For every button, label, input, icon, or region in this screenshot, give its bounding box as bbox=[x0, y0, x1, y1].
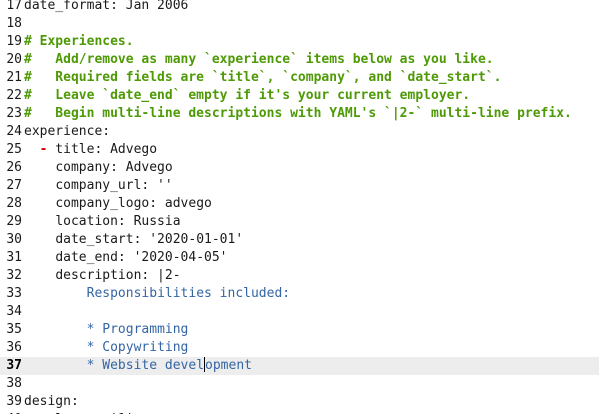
line-number: 39 bbox=[6, 394, 22, 409]
line-text: * Copywriting bbox=[24, 339, 189, 357]
code-line[interactable]: 20 # Add/remove as many `experience` item… bbox=[0, 51, 599, 69]
code-line[interactable]: 27 company_url: '' bbox=[0, 177, 599, 195]
comment-text: # Leave `date_end` empty if it's your cu… bbox=[24, 88, 471, 103]
line-number: 36 bbox=[6, 340, 22, 355]
code-line[interactable]: 34 bbox=[0, 303, 599, 321]
line-text: * Website development bbox=[24, 357, 252, 375]
line-number: 31 bbox=[6, 250, 22, 265]
code-line[interactable]: 36 * Copywriting bbox=[0, 339, 599, 357]
code-line[interactable]: 21 # Required fields are `title`, `compan… bbox=[0, 69, 599, 87]
line-number: 25 bbox=[6, 142, 22, 157]
value-text: Responsibilities included: bbox=[86, 286, 291, 301]
value-text: company_url: '' bbox=[55, 178, 173, 193]
line-text: design: bbox=[24, 393, 79, 411]
value-text: date_start: '2020-01-01' bbox=[55, 232, 244, 247]
line-number: 17 bbox=[6, 0, 22, 13]
value-text: company: Advego bbox=[55, 160, 173, 175]
code-line[interactable]: 30 date_start: '2020-01-01' bbox=[0, 231, 599, 249]
code-line[interactable]: 35 * Programming bbox=[0, 321, 599, 339]
line-number: 27 bbox=[6, 178, 22, 193]
code-line[interactable]: 17 date_format: Jan 2006 bbox=[0, 0, 599, 15]
line-number: 20 bbox=[6, 52, 22, 67]
code-line[interactable]: 33 Responsibilities included: bbox=[0, 285, 599, 303]
line-text: company_url: '' bbox=[24, 177, 173, 195]
comment-text: # Required fields are `title`, `company`… bbox=[24, 70, 502, 85]
value-text: * Website development bbox=[86, 357, 252, 373]
code-line[interactable]: 25 - title: Advego bbox=[0, 141, 599, 159]
line-number: 22 bbox=[6, 88, 22, 103]
line-text: Responsibilities included: bbox=[24, 285, 291, 303]
line-text: location: Russia bbox=[24, 213, 181, 231]
line-number: 32 bbox=[6, 268, 22, 283]
code-line[interactable]: 39 design: bbox=[0, 393, 599, 411]
value-text: date_format: Jan 2006 bbox=[24, 0, 189, 13]
code-line[interactable]: 23 # Begin multi-line descriptions with Y… bbox=[0, 105, 599, 123]
line-number: 29 bbox=[6, 214, 22, 229]
line-number: 37 bbox=[6, 358, 22, 373]
line-text: # Experiences. bbox=[24, 33, 134, 51]
code-line[interactable]: 24 experience: bbox=[0, 123, 599, 141]
line-text: date_start: '2020-01-01' bbox=[24, 231, 243, 249]
text-caret bbox=[204, 357, 206, 372]
comment-text: # Experiences. bbox=[24, 34, 134, 49]
value-text: experience: bbox=[24, 124, 111, 139]
line-text: # Begin multi-line descriptions with YAM… bbox=[24, 105, 572, 123]
code-line[interactable]: 18 bbox=[0, 15, 599, 33]
line-number: 33 bbox=[6, 286, 22, 301]
line-text: company: Advego bbox=[24, 159, 173, 177]
line-text: description: |2- bbox=[24, 267, 181, 285]
value-text: design: bbox=[24, 394, 79, 409]
line-number: 28 bbox=[6, 196, 22, 211]
code-line[interactable]: 37 * Website development bbox=[0, 357, 599, 375]
code-line[interactable]: 31 date_end: '2020-04-05' bbox=[0, 249, 599, 267]
value-text: date_end: '2020-04-05' bbox=[55, 250, 228, 265]
value-text: title: Advego bbox=[47, 142, 158, 157]
line-number: 21 bbox=[6, 70, 22, 85]
value-text: * Programming bbox=[86, 322, 189, 337]
comment-text: # Add/remove as many `experience` items … bbox=[24, 52, 494, 67]
line-number: 18 bbox=[6, 16, 22, 31]
comment-text: # Begin multi-line descriptions with YAM… bbox=[24, 106, 572, 121]
code-line[interactable]: 32 description: |2- bbox=[0, 267, 599, 285]
line-text: # Leave `date_end` empty if it's your cu… bbox=[24, 87, 470, 105]
line-number: 19 bbox=[6, 34, 22, 49]
value-text: * Copywriting bbox=[86, 340, 189, 355]
line-text: # Add/remove as many `experience` items … bbox=[24, 51, 494, 69]
line-number: 34 bbox=[6, 304, 22, 319]
line-text: date_format: Jan 2006 bbox=[24, 0, 188, 15]
value-text: company_logo: advego bbox=[55, 196, 212, 211]
code-line[interactable]: 28 company_logo: advego bbox=[0, 195, 599, 213]
line-number: 23 bbox=[6, 106, 22, 121]
line-number: 35 bbox=[6, 322, 22, 337]
code-editor[interactable]: 17 date_format: Jan 2006 18 19 # Experiences… bbox=[0, 0, 599, 414]
code-line[interactable]: 22 # Leave `date_end` empty if it's your … bbox=[0, 87, 599, 105]
line-number: 24 bbox=[6, 124, 22, 139]
line-number: 26 bbox=[6, 160, 22, 175]
code-line[interactable]: 26 company: Advego bbox=[0, 159, 599, 177]
line-number: 30 bbox=[6, 232, 22, 247]
line-text: date_end: '2020-04-05' bbox=[24, 249, 228, 267]
value-text: description: |2- bbox=[55, 268, 181, 283]
line-text: experience: bbox=[24, 123, 110, 141]
value-text: location: Russia bbox=[55, 214, 181, 229]
line-text: company_logo: advego bbox=[24, 195, 212, 213]
line-text: - title: Advego bbox=[24, 141, 157, 159]
line-text: * Programming bbox=[24, 321, 189, 339]
line-text: # Required fields are `title`, `company`… bbox=[24, 69, 501, 87]
code-line[interactable]: 38 bbox=[0, 375, 599, 393]
code-line[interactable]: 19 # Experiences. bbox=[0, 33, 599, 51]
line-number: 38 bbox=[6, 376, 22, 391]
code-line[interactable]: 29 location: Russia bbox=[0, 213, 599, 231]
